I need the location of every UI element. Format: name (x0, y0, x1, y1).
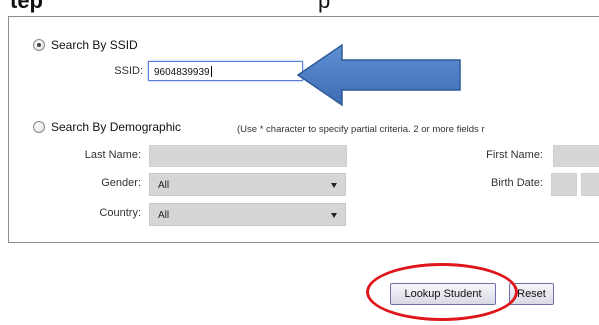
ssid-label: SSID: (114, 65, 143, 77)
heading-right-fragment: p (318, 0, 331, 13)
text-cursor (210, 66, 212, 77)
demographic-criteria-note: (Use * character to specify partial crit… (237, 124, 485, 135)
lookup-student-button[interactable]: Lookup Student (390, 283, 496, 305)
birth-month-input[interactable] (551, 173, 577, 196)
search-by-demographic-radio[interactable] (33, 121, 45, 133)
birth-date-label: Birth Date: (491, 177, 543, 189)
gender-select-value: All (158, 180, 170, 191)
first-name-label: First Name: (486, 149, 543, 161)
chevron-down-icon (331, 183, 337, 188)
country-label: Country: (99, 207, 141, 219)
country-select[interactable]: All (149, 203, 346, 226)
annotation-arrow-icon (296, 43, 461, 107)
gender-label: Gender: (101, 177, 141, 189)
search-by-ssid-label: Search By SSID (51, 38, 138, 52)
birth-day-input[interactable] (581, 173, 599, 196)
search-by-demographic-label: Search By Demographic (51, 120, 182, 134)
first-name-input[interactable] (553, 145, 599, 167)
last-name-label: Last Name: (84, 149, 141, 161)
heading-left-fragment: tep (10, 0, 43, 13)
search-by-ssid-radio[interactable] (33, 39, 45, 51)
gender-select[interactable]: All (149, 173, 346, 196)
last-name-input[interactable] (149, 145, 347, 167)
reset-button[interactable]: Reset (509, 283, 554, 305)
ssid-input[interactable]: 9604839939 (148, 61, 303, 81)
chevron-down-icon (331, 213, 337, 218)
ssid-input-value: 9604839939 (154, 67, 210, 78)
cropped-page-heading: tep p (0, 0, 599, 16)
country-select-value: All (158, 210, 170, 221)
